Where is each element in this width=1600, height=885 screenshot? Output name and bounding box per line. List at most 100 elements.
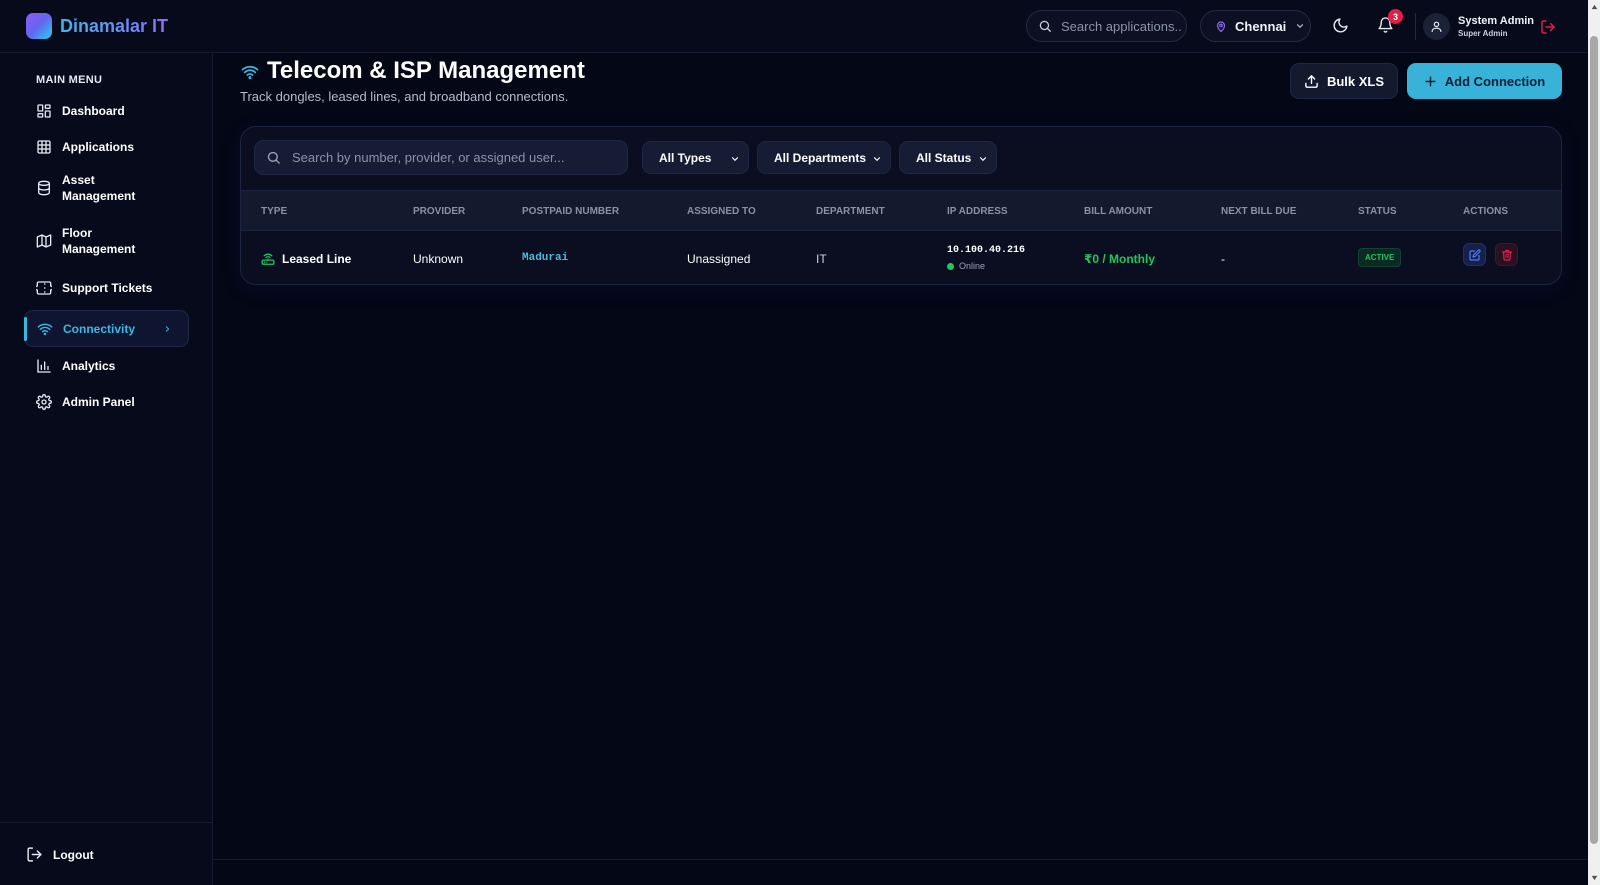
brand-name: Dinamalar IT: [60, 15, 169, 36]
sidebar: MAIN MENU Dashboard Applications Asset M…: [0, 53, 213, 885]
column-header[interactable]: STATUS: [1358, 206, 1397, 217]
sidebar-item-applications[interactable]: Applications: [24, 128, 189, 165]
add-connection-button[interactable]: Add Connection: [1407, 63, 1562, 99]
bar-chart-icon: [36, 358, 52, 374]
column-header[interactable]: TYPE: [261, 206, 287, 217]
type-filter-label: All Types: [659, 150, 712, 165]
sidebar-item-floor-management[interactable]: Floor Management: [24, 218, 189, 264]
column-header: ACTIONS: [1463, 206, 1508, 217]
chevron-down-icon: [1295, 21, 1305, 31]
type-filter[interactable]: All Types: [642, 141, 749, 174]
map-pin-icon: [1215, 20, 1227, 33]
ip-status-label: Online: [959, 261, 986, 271]
table-row[interactable]: Leased Line Unknown Madurai Unassigned I…: [241, 231, 1561, 284]
next-bill-due-cell: -: [1221, 252, 1225, 266]
sidebar-item-label: Dashboard: [62, 103, 125, 118]
add-connection-label: Add Connection: [1444, 73, 1546, 89]
connections-panel: All Types All Departments All Status TYP…: [240, 126, 1562, 285]
sidebar-item-label: Asset Management: [62, 173, 136, 203]
column-header[interactable]: ASSIGNED TO: [687, 206, 756, 217]
sidebar-section-title: MAIN MENU: [36, 74, 103, 86]
table-search[interactable]: [254, 140, 628, 175]
top-bar: Dinamalar IT Chennai 3 System Admin Supe…: [0, 0, 1588, 53]
dashboard-icon: [36, 103, 52, 119]
map-icon: [36, 233, 52, 249]
avatar[interactable]: [1423, 13, 1450, 40]
brand[interactable]: Dinamalar IT: [26, 13, 168, 39]
column-header[interactable]: PROVIDER: [413, 206, 465, 217]
table-search-input[interactable]: [292, 150, 612, 165]
plus-icon: [1424, 75, 1437, 88]
bulk-xls-label: Bulk XLS: [1326, 73, 1385, 89]
column-header[interactable]: POSTPAID NUMBER: [522, 206, 619, 217]
delete-button[interactable]: [1495, 243, 1518, 266]
ip-address: 10.100.40.216: [947, 245, 1026, 256]
user-role: Super Admin: [1458, 29, 1508, 38]
assigned-to-cell: Unassigned: [687, 252, 751, 266]
department-filter[interactable]: All Departments: [757, 141, 891, 174]
sidebar-item-support-tickets[interactable]: Support Tickets: [24, 269, 189, 306]
wifi-icon: [37, 321, 53, 337]
sidebar-item-asset-management[interactable]: Asset Management: [24, 165, 189, 211]
logout-icon: [26, 846, 43, 863]
search-icon: [266, 150, 281, 165]
column-header[interactable]: BILL AMOUNT: [1084, 206, 1152, 217]
global-search-input[interactable]: [1061, 18, 1181, 34]
ip-address-cell: 10.100.40.216 Online: [947, 245, 1025, 271]
status-filter-label: All Status: [916, 150, 972, 165]
database-icon: [36, 180, 52, 196]
bulk-xls-button[interactable]: Bulk XLS: [1290, 63, 1398, 99]
moon-icon[interactable]: [1332, 17, 1349, 34]
chevron-down-icon: [730, 154, 740, 164]
column-header[interactable]: DEPARTMENT: [816, 206, 885, 217]
column-header[interactable]: NEXT BILL DUE: [1221, 206, 1296, 217]
sidebar-item-dashboard[interactable]: Dashboard: [24, 92, 189, 129]
chevron-right-icon: [163, 324, 172, 334]
wifi-icon: [240, 63, 260, 81]
edit-icon: [1468, 248, 1481, 261]
location-selector[interactable]: Chennai: [1200, 10, 1311, 42]
status-badge: ACTIVE: [1358, 248, 1402, 267]
column-header[interactable]: IP ADDRESS: [947, 206, 1008, 217]
brand-logo: [26, 13, 52, 39]
sidebar-item-admin-panel[interactable]: Admin Panel: [24, 383, 189, 420]
sidebar-item-analytics[interactable]: Analytics: [24, 347, 189, 384]
scroll-down-icon[interactable]: [1591, 875, 1598, 881]
sidebar-item-label: Connectivity: [63, 321, 136, 336]
department-cell: IT: [816, 252, 827, 266]
upload-icon: [1304, 74, 1319, 89]
sidebar-item-label: Support Tickets: [62, 280, 153, 295]
trash-icon: [1501, 249, 1513, 261]
notification-badge: 3: [1388, 9, 1403, 24]
edit-button[interactable]: [1463, 243, 1486, 266]
type-cell: Leased Line: [261, 252, 351, 266]
chevron-down-icon: [978, 154, 988, 164]
divider: [1415, 13, 1416, 40]
postpaid-number-cell[interactable]: Madurai: [522, 252, 568, 264]
user-name: System Admin: [1458, 15, 1535, 27]
scroll-up-icon[interactable]: [1591, 4, 1598, 10]
sidebar-item-label: Admin Panel: [62, 394, 135, 409]
divider: [213, 859, 1588, 860]
search-icon: [1038, 19, 1052, 33]
online-dot: [947, 262, 954, 270]
sidebar-item-label: Floor Management: [62, 226, 136, 256]
sidebar-item-connectivity[interactable]: Connectivity: [24, 310, 189, 347]
scrollbar-thumb[interactable]: [1590, 36, 1598, 844]
bill-amount-cell: ₹0 / Monthly: [1084, 252, 1156, 266]
page-title: Telecom & ISP Management: [267, 57, 585, 84]
page-subtitle: Track dongles, leased lines, and broadba…: [240, 89, 569, 104]
gear-icon: [36, 393, 52, 410]
table-header: TYPE PROVIDER POSTPAID NUMBER ASSIGNED T…: [241, 190, 1561, 231]
logout-button[interactable]: Logout: [26, 846, 94, 863]
router-icon: [261, 252, 275, 266]
divider: [0, 822, 212, 823]
status-cell: ACTIVE: [1358, 248, 1402, 267]
global-search[interactable]: [1026, 10, 1187, 42]
department-filter-label: All Departments: [774, 150, 867, 165]
status-filter[interactable]: All Status: [899, 141, 997, 174]
ip-status: Online: [947, 261, 1025, 271]
logout-icon[interactable]: [1540, 19, 1556, 35]
sidebar-item-label: Applications: [62, 139, 135, 154]
grid-icon: [36, 139, 52, 155]
